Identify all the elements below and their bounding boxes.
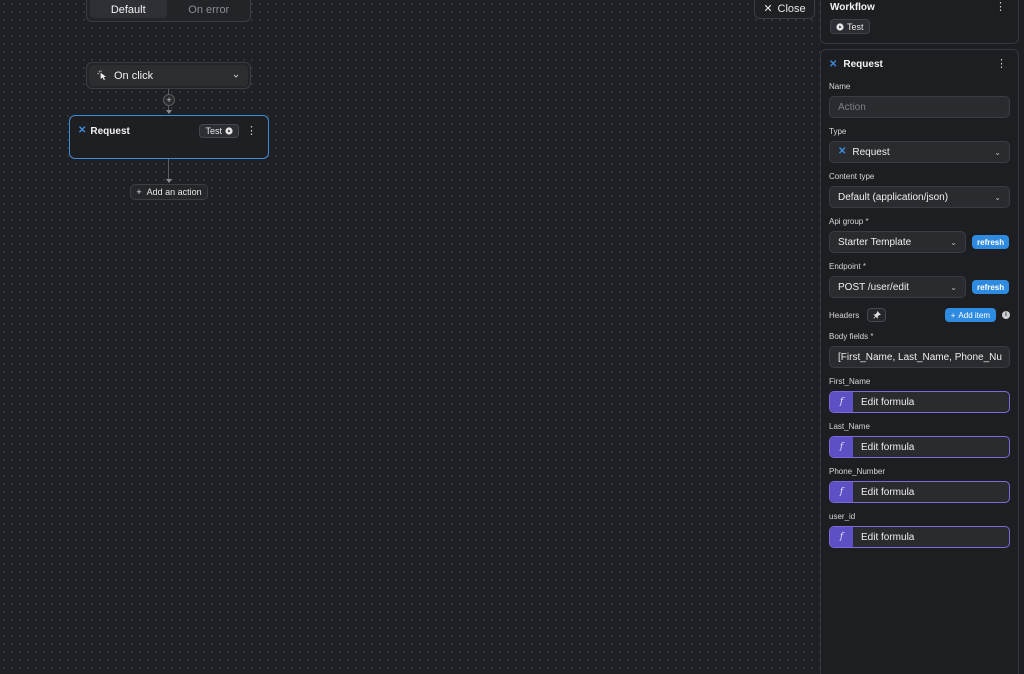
tab-default[interactable]: Default [90, 0, 167, 18]
close-icon: ✕ [763, 3, 773, 15]
insert-step-button[interactable]: + [163, 94, 175, 106]
endpoint-label: Endpoint * [829, 262, 866, 271]
phone-number-label: Phone_Number [829, 467, 886, 476]
chevron-down-icon: ⌄ [994, 147, 1001, 157]
plus-icon: + [950, 310, 956, 320]
add-header-button[interactable]: + Add item [944, 308, 996, 322]
workflow-test-button[interactable]: Test [830, 19, 870, 34]
type-label: Type [829, 127, 847, 136]
request-x-icon: ✕ [829, 58, 838, 70]
arrow-down-icon [166, 110, 172, 114]
content-type-value: Default (application/json) [838, 191, 949, 203]
api-group-refresh-button[interactable]: refresh [972, 235, 1010, 249]
add-action-button[interactable]: + Add an action [130, 184, 208, 200]
formula-icon: f [830, 392, 853, 412]
add-action-label: Add an action [146, 187, 202, 197]
close-label: Close [777, 2, 806, 15]
request-node-title: Request [90, 125, 130, 137]
body-fields-value: [First_Name, Last_Name, Phone_Nu [838, 351, 1002, 363]
on-click-trigger[interactable]: On click [86, 62, 251, 89]
request-x-icon: ✕ [78, 125, 87, 136]
api-group-value: Starter Template [838, 236, 912, 248]
add-item-label: Add item [958, 310, 990, 320]
chevron-down-icon: ⌄ [1008, 353, 1009, 362]
endpoint-refresh-button[interactable]: refresh [972, 280, 1010, 294]
workflow-canvas[interactable]: Default On error On click + ✕ Request Te… [0, 0, 815, 674]
api-group-select[interactable]: Starter Template ⌄ [829, 231, 966, 253]
request-x-icon: ✕ [838, 146, 847, 157]
request-settings-card: ✕ Request ⋮ Name Action Type ✕ Request ⌄… [820, 49, 1019, 674]
formula-icon: f [830, 437, 853, 457]
test-label: Test [205, 126, 222, 136]
info-icon[interactable]: i [1002, 311, 1010, 319]
endpoint-select[interactable]: POST /user/edit ⌄ [829, 276, 966, 298]
chevron-down-icon: ⌄ [950, 237, 957, 247]
type-select[interactable]: ✕ Request ⌄ [829, 141, 1010, 163]
request-more-icon[interactable]: ⋮ [993, 59, 1010, 70]
properties-panel: Workflow ⋮ Test ✕ Request ⋮ Name Action … [820, 0, 1024, 674]
body-fields-label: Body fields * [829, 332, 874, 341]
play-circle-icon [836, 22, 844, 31]
request-node[interactable]: ✕ Request Test ⋮ [69, 115, 269, 159]
pin-icon[interactable] [867, 308, 886, 322]
edit-formula-label: Edit formula [861, 396, 915, 408]
content-type-label: Content type [829, 172, 875, 181]
headers-row: Headers + Add item i [829, 307, 1010, 323]
pointer-click-icon [97, 70, 107, 81]
name-input[interactable]: Action [829, 96, 1010, 118]
formula-icon: f [830, 482, 853, 502]
headers-label: Headers [829, 310, 860, 320]
close-button[interactable]: ✕ Close [754, 0, 815, 19]
formula-icon: f [830, 527, 853, 547]
arrow-down-icon [166, 179, 172, 183]
edit-formula-label: Edit formula [861, 531, 915, 543]
workflow-test-label: Test [847, 21, 864, 32]
trigger-label: On click [114, 69, 154, 82]
workflow-title: Workflow [830, 2, 875, 13]
name-label: Name [829, 82, 851, 91]
first-name-formula-button[interactable]: f Edit formula [829, 391, 1010, 413]
branch-tabs: Default On error [86, 0, 251, 22]
more-options-icon[interactable]: ⋮ [243, 125, 260, 137]
chevron-down-icon [233, 74, 239, 78]
tab-on-error[interactable]: On error [171, 0, 248, 18]
test-button[interactable]: Test [199, 124, 239, 138]
user-id-formula-button[interactable]: f Edit formula [829, 526, 1010, 548]
first-name-label: First_Name [829, 377, 871, 386]
workflow-card: Workflow ⋮ Test [820, 0, 1019, 44]
edit-formula-label: Edit formula [861, 486, 915, 498]
api-group-label: Api group * [829, 217, 869, 226]
edit-formula-label: Edit formula [861, 441, 915, 453]
request-settings-title: Request [843, 59, 883, 70]
user-id-label: user_id [829, 512, 856, 521]
last-name-formula-button[interactable]: f Edit formula [829, 436, 1010, 458]
type-value: Request [852, 146, 890, 158]
last-name-label: Last_Name [829, 422, 870, 431]
workflow-more-icon[interactable]: ⋮ [992, 2, 1009, 13]
chevron-down-icon: ⌄ [994, 192, 1001, 202]
connector-line [168, 159, 169, 180]
phone-number-formula-button[interactable]: f Edit formula [829, 481, 1010, 503]
endpoint-value: POST /user/edit [838, 281, 909, 293]
play-circle-icon [225, 127, 233, 135]
plus-icon: + [136, 187, 142, 197]
body-fields-select[interactable]: [First_Name, Last_Name, Phone_Nu ⌄ [829, 346, 1010, 368]
content-type-select[interactable]: Default (application/json) ⌄ [829, 186, 1010, 208]
chevron-down-icon: ⌄ [950, 282, 957, 292]
